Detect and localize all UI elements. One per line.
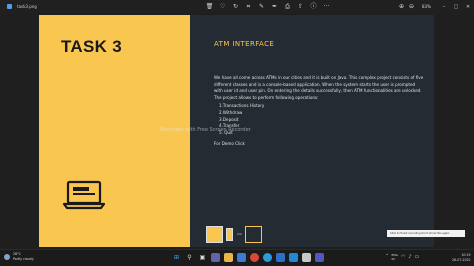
weather-widget[interactable]: 28°C Partly cloudy [4,252,34,262]
vscode-icon[interactable] [289,253,298,262]
photos-app-icon [7,4,12,9]
mail-icon[interactable] [276,253,285,262]
slide-body: We have all come across ATMs in our citi… [214,75,424,148]
teams-icon[interactable] [315,253,324,262]
file-explorer-icon[interactable] [224,253,233,262]
language-indicator[interactable]: ENG IN [392,253,398,261]
battery-icon[interactable]: ▭ [415,254,420,260]
search-icon[interactable]: ⚲ [185,253,194,262]
taskbar: 28°C Partly cloudy ⊞ ⚲ ▣ ˄ ENG IN ◠ ♪ ▭ … [0,249,474,266]
image-viewer: TASK 3 ATM INTERFACE We have all come ac… [0,13,474,249]
zoom-out-icon[interactable]: ⊖ [408,3,415,10]
volume-icon[interactable]: ♪ [408,254,411,260]
show-hidden-icons[interactable]: ˄ [386,254,389,260]
close-icon[interactable]: ✕ [462,0,474,13]
edit-icon[interactable]: ✎ [258,3,265,10]
thumbnail-count: 2/2 [237,232,242,236]
crop-icon[interactable]: ⌗ [245,3,252,10]
store-icon[interactable] [237,253,246,262]
recording-notification[interactable]: Click to finish recording Don't show thi… [387,230,465,237]
slide-intro: We have all come across ATMs in our citi… [214,75,424,100]
start-icon[interactable]: ⊞ [172,253,181,262]
taskbar-apps: ⊞ ⚲ ▣ [172,253,324,262]
print-icon[interactable]: ⎙ [284,3,291,10]
list-item: 1.Transactions History [219,103,265,109]
minimize-icon[interactable]: – [438,0,450,13]
task-view-icon[interactable]: ▣ [198,253,207,262]
thumbnail-2[interactable] [226,227,233,241]
weather-description: Partly cloudy [13,257,34,261]
title-bar: task3.png 🗑 ♡ ↻ ⌗ ✎ ✒ ⎙ ⇧ ⓘ ··· ⊕ ⊖ 83% … [0,0,474,13]
maximize-icon[interactable]: □ [450,0,462,13]
rotate-icon[interactable]: ↻ [232,3,239,10]
info-icon[interactable]: ⓘ [310,3,317,10]
window-title: task3.png [17,4,37,9]
slide-heading: ATM INTERFACE [214,40,275,48]
chat-icon[interactable] [211,253,220,262]
thumbnail-current[interactable] [244,225,262,243]
task-title: TASK 3 [61,37,122,56]
clock-date: 26-07-2022 [452,258,471,262]
list-item: 3.Deposit [219,116,239,122]
list-item: 2.Withdraw [219,109,243,115]
delete-icon[interactable]: 🗑 [206,3,214,10]
thumbnail-1[interactable] [206,225,223,243]
zoom-in-icon[interactable]: ⊕ [398,3,405,10]
window-controls: – □ ✕ [438,0,474,13]
wifi-icon[interactable]: ◠ [401,254,405,260]
thumbnail-strip: 2/2 [206,225,262,243]
laptop-icon [63,180,105,210]
system-tray: ˄ ENG IN ◠ ♪ ▭ [386,253,419,261]
draw-icon[interactable]: ✒ [271,3,278,10]
zoom-control: ⊕ ⊖ 83% [398,3,431,10]
viewer-toolbar: 🗑 ♡ ↻ ⌗ ✎ ✒ ⎙ ⇧ ⓘ ··· [206,3,330,10]
more-options-icon[interactable]: ··· [323,3,330,10]
favorite-icon[interactable]: ♡ [219,3,226,10]
calendar-icon[interactable] [302,253,311,262]
edge-icon[interactable] [263,253,272,262]
demo-link: For Demo Click [214,141,245,147]
clock[interactable]: 10:19 26-07-2022 [452,253,471,263]
zoom-level[interactable]: 83% [422,4,431,9]
share-icon[interactable]: ⇧ [297,3,304,10]
weather-icon [4,254,10,260]
chrome-icon[interactable] [250,253,259,262]
recorder-watermark: Recorded with Free Screen Recorder [160,127,251,133]
